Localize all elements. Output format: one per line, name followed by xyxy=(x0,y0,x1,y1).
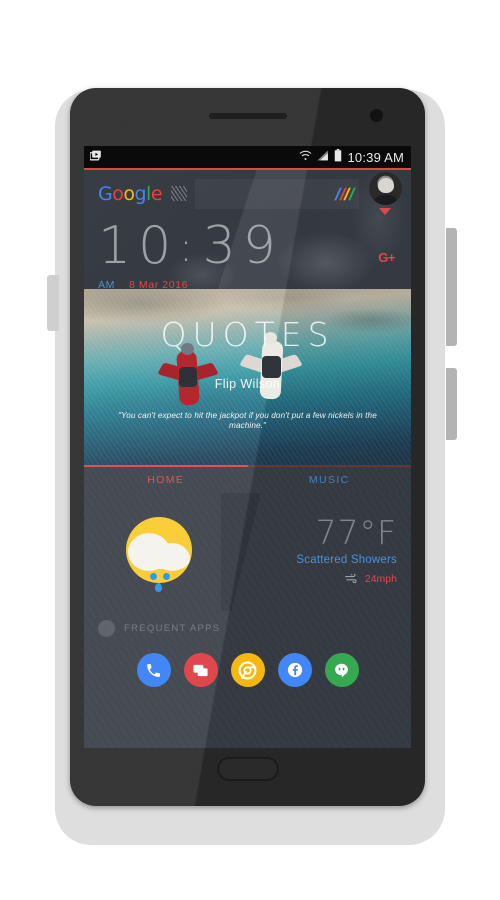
sun-behind-rain-cloud-icon xyxy=(84,493,254,611)
clock-ampm: AM xyxy=(98,278,115,289)
hatch-pattern-icon xyxy=(171,186,188,201)
messages-app[interactable] xyxy=(183,653,218,687)
earpiece-speaker xyxy=(208,113,287,119)
weather-widget[interactable]: 77°F Scattered Showers 24mph xyxy=(84,493,411,611)
status-divider xyxy=(84,168,411,170)
clock-minute-ones: 9 xyxy=(242,215,283,276)
quotes-title: QUOTES xyxy=(160,314,335,354)
raindrop xyxy=(155,583,162,592)
star-icon: ★ xyxy=(98,619,115,637)
volume-rocker-button[interactable] xyxy=(446,228,457,346)
google-logo: Google xyxy=(98,182,163,205)
tab-bar: HOME MUSIC xyxy=(84,464,412,493)
home-button[interactable] xyxy=(216,757,279,781)
weather-condition: Scattered Showers xyxy=(296,553,397,566)
caret-down-icon[interactable] xyxy=(379,208,391,215)
clock-minute-tens: 3 xyxy=(202,215,243,276)
hangouts-icon xyxy=(333,662,350,679)
wallpaper-top-region: Google 1 0: 3 9 G+ AM 8 Mar 2016 xyxy=(84,169,411,289)
cloud-shape xyxy=(128,529,196,571)
wifi-icon xyxy=(299,150,312,164)
avatar-block[interactable] xyxy=(365,172,405,215)
chrome-icon xyxy=(238,661,257,680)
raindrop xyxy=(163,573,170,580)
signal-icon xyxy=(317,150,329,164)
clock-colon: : xyxy=(179,224,200,271)
status-bar-clock: 10:39 AM xyxy=(347,149,404,165)
clock-digits: 1 0 : 3 9 xyxy=(98,218,397,272)
google-plus-label[interactable]: G+ xyxy=(378,250,395,265)
power-button[interactable] xyxy=(446,368,457,440)
facebook-icon xyxy=(286,661,304,679)
hangouts-app[interactable] xyxy=(324,653,359,687)
chrome-app[interactable] xyxy=(230,653,265,687)
tab-home[interactable]: HOME xyxy=(84,467,248,493)
app-dock xyxy=(84,645,411,748)
phone-screen: 10:39 AM Google 1 0: 3 9 G+ AM 8 Mar 20… xyxy=(84,146,411,748)
battery-icon xyxy=(334,149,342,165)
frequent-apps-label: FREQUENT APPS xyxy=(124,622,221,634)
screenshot-icon xyxy=(89,150,103,165)
clock-widget[interactable]: 1 0 : 3 9 G+ AM 8 Mar 2016 xyxy=(84,218,411,289)
phone-icon xyxy=(145,662,162,679)
facebook-app[interactable] xyxy=(277,653,312,687)
weather-temperature: 77°F xyxy=(315,513,397,553)
wind-icon xyxy=(344,570,359,588)
clock-subline: AM 8 Mar 2016 xyxy=(98,279,397,289)
quotes-card[interactable]: QUOTES Flip Wilson "You can't expect to … xyxy=(84,288,411,465)
clock-hour-tens: 1 xyxy=(98,215,139,276)
search-input[interactable] xyxy=(195,178,359,209)
status-bar: 10:39 AM xyxy=(84,146,411,168)
clock-hour-ones: 0 xyxy=(138,215,179,276)
phone-app[interactable] xyxy=(136,653,171,687)
quote-author: Flip Wilson xyxy=(214,376,281,391)
phone-body: 10:39 AM Google 1 0: 3 9 G+ AM 8 Mar 20… xyxy=(70,88,425,806)
raindrop xyxy=(150,573,157,580)
quote-text: "You can't expect to hit the jackpot if … xyxy=(118,410,377,431)
clock-date: 8 Mar 2016 xyxy=(128,278,189,289)
avatar[interactable] xyxy=(368,172,402,205)
alert-slider-button[interactable] xyxy=(47,275,59,331)
google-search-bar[interactable]: Google xyxy=(84,170,411,218)
phone-mockup: 10:39 AM Google 1 0: 3 9 G+ AM 8 Mar 20… xyxy=(0,0,500,900)
tab-music[interactable]: MUSIC xyxy=(248,467,412,493)
frequent-apps-header[interactable]: ★ FREQUENT APPS xyxy=(84,611,411,645)
front-camera xyxy=(370,109,383,122)
google-slashes-icon xyxy=(334,187,356,200)
weather-wind-speed: 24mph xyxy=(364,572,397,585)
message-icon xyxy=(192,662,209,679)
